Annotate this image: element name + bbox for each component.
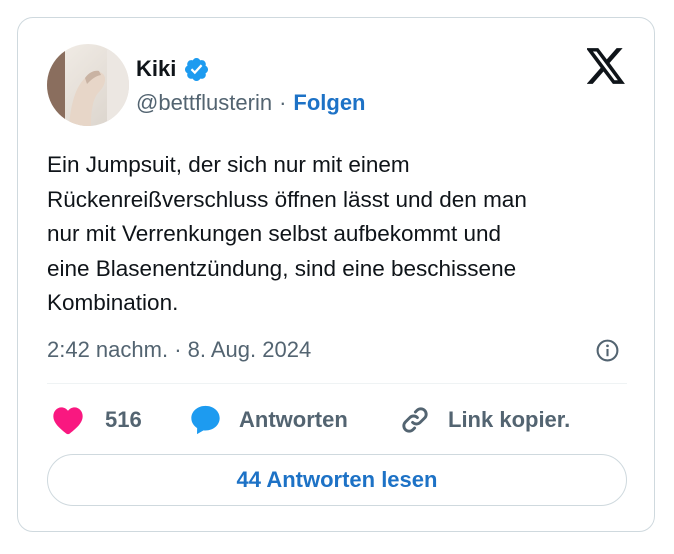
copy-link-button[interactable]: Link kopier. — [399, 401, 570, 439]
author-handle[interactable]: @bettflusterin — [136, 89, 272, 117]
like-button[interactable]: 516 — [52, 401, 142, 439]
heart-icon — [53, 407, 83, 435]
author-handle-row: @bettflusterin · Folgen — [136, 89, 366, 117]
reply-button[interactable]: Antworten — [188, 401, 348, 439]
tweet-text: Ein Jumpsuit, der sich nur mit einem Rüc… — [47, 152, 527, 315]
verified-badge-icon — [183, 56, 210, 83]
read-replies-button[interactable]: 44 Antworten lesen — [47, 454, 627, 506]
link-icon — [402, 407, 428, 433]
author-name-row: Kiki — [136, 55, 210, 83]
separator-dot: · — [279, 90, 287, 115]
tweet-timestamp[interactable]: 2:42 nachm. · 8. Aug. 2024 — [47, 336, 311, 364]
tweet-card: Kiki @bettflusterin · Folgen Ein Jumpsui… — [17, 17, 655, 532]
like-count: 516 — [105, 407, 142, 432]
divider — [47, 383, 627, 384]
x-logo-icon[interactable] — [585, 48, 626, 84]
avatar-photo — [47, 44, 129, 126]
action-bar: 516 Antworten Link kopier. — [47, 401, 627, 439]
avatar[interactable] — [47, 44, 129, 126]
reply-label: Antworten — [239, 407, 348, 432]
follow-button[interactable]: Folgen — [293, 89, 365, 117]
speech-bubble-icon — [191, 405, 220, 435]
info-icon[interactable] — [595, 338, 620, 363]
copy-link-label: Link kopier. — [448, 407, 571, 432]
author-display-name[interactable]: Kiki — [136, 55, 176, 83]
